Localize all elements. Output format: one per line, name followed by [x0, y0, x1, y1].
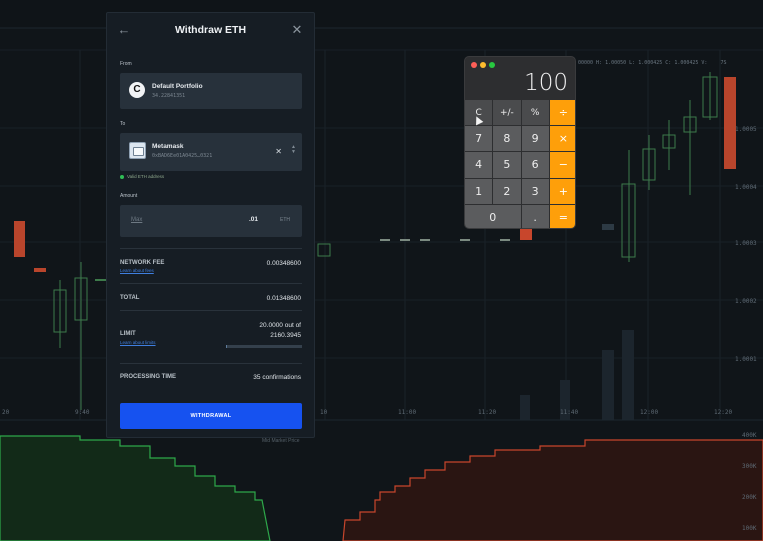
minimize-window-icon[interactable] — [480, 62, 486, 68]
max-button[interactable]: Max — [131, 217, 142, 223]
limit-progress-fill — [226, 345, 227, 348]
digit-9-key[interactable]: 9 — [521, 126, 549, 152]
time-tick: 11:20 — [478, 409, 496, 416]
timeframe-label[interactable]: 7S — [720, 60, 726, 66]
to-label: To — [120, 121, 126, 127]
from-portfolio-card[interactable]: C Default Portfolio 34.22841351 — [120, 73, 302, 109]
calculator-display: 100 — [524, 70, 568, 96]
coinbase-logo-icon: C — [129, 82, 145, 98]
amount-value[interactable]: .01 — [249, 216, 258, 223]
to-wallet-address: 0xBAD6Ee01A0425…0321 — [152, 153, 213, 159]
depth-tick: 300K — [742, 463, 757, 470]
clear-address-icon[interactable]: ✕ — [275, 147, 282, 156]
price-tick: 1.0002 — [735, 298, 757, 305]
time-tick: 12:00 — [640, 409, 658, 416]
to-wallet-name: Metamask — [152, 143, 184, 150]
time-tick: 11:00 — [398, 409, 416, 416]
ohlc-values: 00000 H: 1.00050 L: 1.000425 C: 1.000425… — [578, 60, 708, 66]
withdraw-modal: ← Withdraw ETH ✕ From C Default Portfoli… — [106, 12, 315, 438]
calculator-window: 100 C +/- % ÷ 7 8 9 × 4 5 6 − 1 2 3 + 0 … — [464, 56, 576, 229]
from-label: From — [120, 61, 132, 67]
limit-progress-bar — [226, 345, 302, 348]
to-wallet-selector[interactable]: Metamask 0xBAD6Ee01A0425…0321 ✕ ▲ ▼ — [120, 133, 302, 171]
depth-tick: 400K — [742, 432, 757, 439]
add-key[interactable]: + — [549, 178, 575, 204]
withdraw-button[interactable]: WITHDRAWAL — [120, 403, 302, 429]
equals-key[interactable]: = — [549, 204, 575, 228]
time-tick: 10 — [320, 409, 328, 416]
amount-unit: ETH — [280, 217, 290, 223]
chevron-updown-icon[interactable]: ▲ ▼ — [291, 145, 296, 155]
depth-tick: 200K — [742, 494, 757, 501]
digit-4-key[interactable]: 4 — [465, 152, 493, 178]
mid-market-label: Mid Market Price — [262, 438, 300, 444]
divider — [120, 310, 302, 311]
digit-6-key[interactable]: 6 — [521, 152, 549, 178]
amount-field[interactable]: Max .01 ETH — [120, 205, 302, 237]
valid-address-status: Valid ETH address — [120, 174, 164, 179]
valid-address-text: Valid ETH address — [127, 174, 165, 179]
limit-value: 20.0000 out of — [259, 322, 301, 329]
divide-key[interactable]: ÷ — [549, 100, 575, 126]
sign-key[interactable]: +/- — [493, 100, 521, 126]
digit-0-key[interactable]: 0 — [465, 204, 521, 228]
digit-5-key[interactable]: 5 — [493, 152, 521, 178]
decimal-key[interactable]: . — [521, 204, 549, 228]
check-dot-icon — [120, 174, 124, 179]
limit-total: 2160.3945 — [270, 332, 301, 339]
time-tick: 20 — [2, 409, 10, 416]
depth-tick: 100K — [742, 525, 757, 532]
close-icon[interactable]: ✕ — [289, 22, 305, 38]
price-tick: 1.0003 — [735, 240, 757, 247]
from-portfolio-name: Default Portfolio — [152, 83, 203, 90]
ohlc-readout: 00000 H: 1.00050 L: 1.000425 C: 1.000425… — [578, 60, 727, 66]
price-tick: 1.0001 — [735, 356, 757, 363]
divider — [120, 283, 302, 284]
percent-key[interactable]: % — [521, 100, 549, 126]
digit-7-key[interactable]: 7 — [465, 126, 493, 152]
processing-time-value: 35 confirmations — [253, 374, 301, 381]
limit-label: LIMIT — [120, 331, 136, 337]
divider — [120, 248, 302, 249]
time-tick: 12:20 — [714, 409, 732, 416]
subtract-key[interactable]: − — [549, 152, 575, 178]
digit-3-key[interactable]: 3 — [521, 178, 549, 204]
learn-limits-link[interactable]: Learn about limits — [120, 340, 156, 345]
modal-header: ← Withdraw ETH ✕ — [107, 13, 314, 49]
divider — [120, 363, 302, 364]
processing-time-label: PROCESSING TIME — [120, 374, 177, 380]
total-value: 0.01348600 — [266, 295, 301, 302]
from-portfolio-balance: 34.22841351 — [152, 93, 186, 99]
digit-8-key[interactable]: 8 — [493, 126, 521, 152]
time-tick: 11:40 — [560, 409, 578, 416]
close-window-icon[interactable] — [471, 62, 477, 68]
learn-fees-link[interactable]: Learn about fees — [120, 268, 154, 273]
multiply-key[interactable]: × — [549, 126, 575, 152]
price-tick: 1.0005 — [735, 126, 757, 133]
digit-2-key[interactable]: 2 — [493, 178, 521, 204]
amount-label: Amount — [120, 193, 138, 199]
total-label: TOTAL — [120, 295, 140, 301]
wallet-icon — [129, 142, 146, 159]
time-tick: 9:40 — [75, 409, 90, 416]
depth-chart: 400K 300K 200K 100K — [0, 432, 763, 541]
zoom-window-icon[interactable] — [489, 62, 495, 68]
digit-1-key[interactable]: 1 — [465, 178, 493, 204]
price-tick: 1.0004 — [735, 184, 757, 191]
network-fee-label: NETWORK FEE — [120, 260, 165, 266]
network-fee-value: 0.00348600 — [266, 260, 301, 267]
modal-title: Withdraw ETH — [174, 24, 247, 36]
price-axis: 1.0005 1.0004 1.0003 1.0002 1.0001 — [735, 126, 757, 363]
